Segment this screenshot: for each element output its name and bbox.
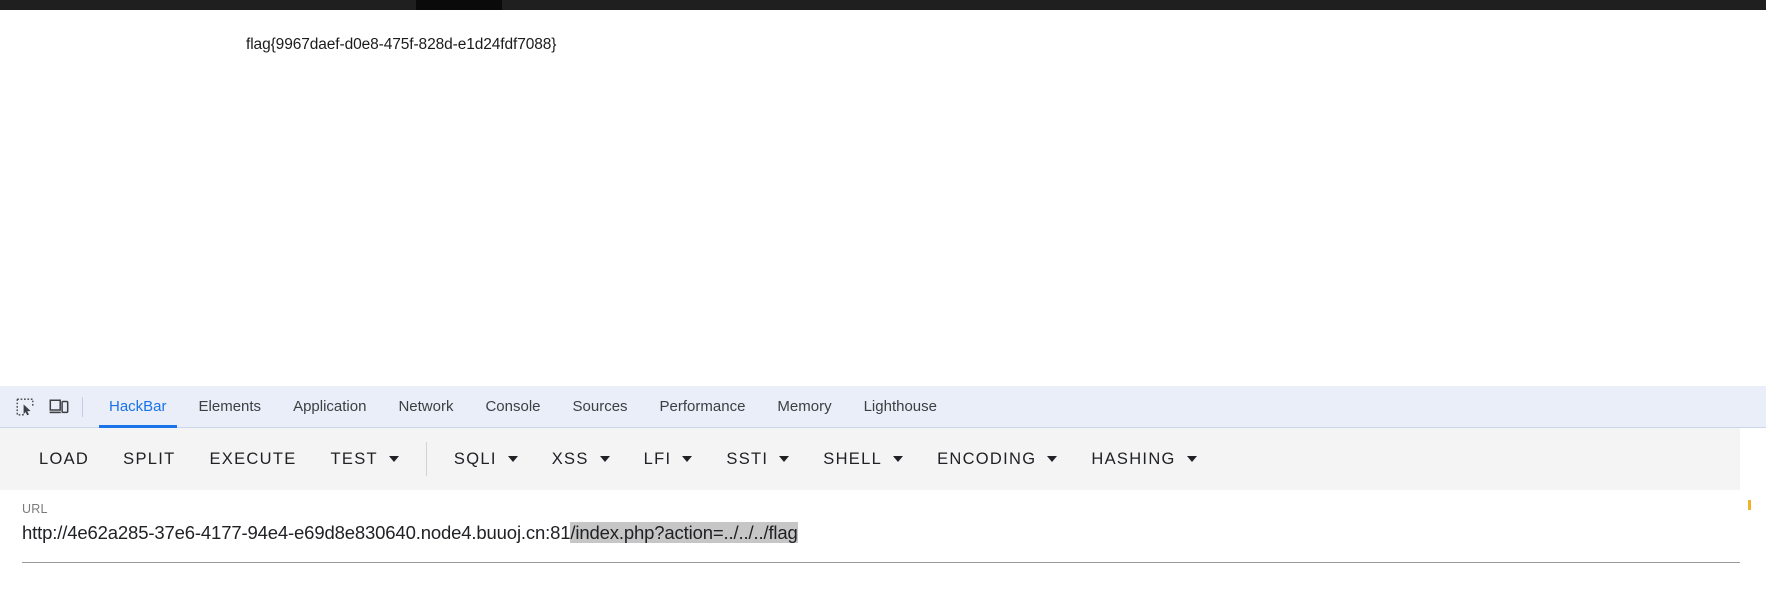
devtools-panel: HackBar Elements Application Network Con… <box>0 386 1766 591</box>
sqli-menu-button[interactable]: SQLI <box>437 438 535 480</box>
button-label: HASHING <box>1091 449 1176 468</box>
tab-elements[interactable]: Elements <box>183 386 278 428</box>
execute-button[interactable]: EXECUTE <box>193 438 314 480</box>
button-label: SSTI <box>726 449 769 468</box>
split-button[interactable]: SPLIT <box>106 438 192 480</box>
browser-window: flag{9967daef-d0e8-475f-828d-e1d24fdf708… <box>0 0 1766 591</box>
toolbar-divider <box>82 396 83 417</box>
tab-hackbar[interactable]: HackBar <box>93 386 183 428</box>
tab-network[interactable]: Network <box>382 386 469 428</box>
tab-memory[interactable]: Memory <box>761 386 847 428</box>
ssti-menu-button[interactable]: SSTI <box>709 438 806 480</box>
tab-performance[interactable]: Performance <box>644 386 762 428</box>
url-field-label: URL <box>22 502 48 516</box>
tab-label: Sources <box>572 398 628 415</box>
button-label: XSS <box>551 449 589 468</box>
tab-sources[interactable]: Sources <box>557 386 644 428</box>
shell-menu-button[interactable]: SHELL <box>806 438 920 480</box>
url-input-underline <box>22 562 1740 563</box>
hashing-menu-button[interactable]: HASHING <box>1074 438 1213 480</box>
device-toolbar-icon[interactable] <box>42 392 76 422</box>
tab-label: Lighthouse <box>863 398 937 415</box>
scroll-marker <box>1748 500 1751 510</box>
chevron-down-icon <box>1186 456 1197 462</box>
browser-active-tab-notch[interactable] <box>416 0 502 10</box>
inspect-element-icon[interactable] <box>8 392 42 422</box>
tab-application[interactable]: Application <box>277 386 382 428</box>
tab-lighthouse[interactable]: Lighthouse <box>848 386 953 428</box>
button-label: TEST <box>330 449 378 468</box>
button-label: LOAD <box>39 449 90 468</box>
button-label: EXECUTE <box>209 449 297 468</box>
chevron-down-icon <box>388 456 399 462</box>
tab-label: Memory <box>777 398 832 415</box>
tab-label: Performance <box>659 398 746 415</box>
page-viewport: flag{9967daef-d0e8-475f-828d-e1d24fdf708… <box>0 10 1766 386</box>
chevron-down-icon <box>682 456 693 462</box>
button-label: SPLIT <box>123 449 176 468</box>
button-label: LFI <box>643 449 672 468</box>
tab-label: Application <box>293 398 367 415</box>
tab-label: HackBar <box>109 398 167 415</box>
chevron-down-icon <box>893 456 904 462</box>
devtools-scroll-gutter[interactable] <box>1740 428 1766 548</box>
chevron-down-icon <box>1047 456 1058 462</box>
toolbar-separator <box>425 442 427 476</box>
button-label: SQLI <box>453 449 497 468</box>
hackbar-toolbar: LOAD SPLIT EXECUTE TEST SQLI XSS LFI SST… <box>0 428 1740 490</box>
flag-text: flag{9967daef-d0e8-475f-828d-e1d24fdf708… <box>246 36 557 53</box>
lfi-menu-button[interactable]: LFI <box>627 438 710 480</box>
devtools-tabbar: HackBar Elements Application Network Con… <box>0 386 1766 428</box>
url-field-block: URL http://4e62a285-37e6-4177-94e4-e69d8… <box>0 490 1766 563</box>
url-text-selected: /index.php?action=../../../flag <box>570 522 798 543</box>
xss-menu-button[interactable]: XSS <box>535 438 627 480</box>
encoding-menu-button[interactable]: ENCODING <box>920 438 1074 480</box>
url-text-unselected: http://4e62a285-37e6-4177-94e4-e69d8e830… <box>22 522 571 543</box>
browser-chrome-strip <box>0 0 1766 10</box>
test-menu-button[interactable]: TEST <box>314 438 416 480</box>
button-label: ENCODING <box>937 449 1037 468</box>
load-button[interactable]: LOAD <box>22 438 106 480</box>
button-label: SHELL <box>823 449 883 468</box>
url-input[interactable]: http://4e62a285-37e6-4177-94e4-e69d8e830… <box>22 520 1766 548</box>
chevron-down-icon <box>779 456 790 462</box>
tab-label: Elements <box>198 398 262 415</box>
tab-label: Network <box>398 398 454 415</box>
chevron-down-icon <box>599 456 610 462</box>
tab-label: Console <box>485 398 541 415</box>
tab-console[interactable]: Console <box>469 386 556 428</box>
chevron-down-icon <box>507 456 518 462</box>
